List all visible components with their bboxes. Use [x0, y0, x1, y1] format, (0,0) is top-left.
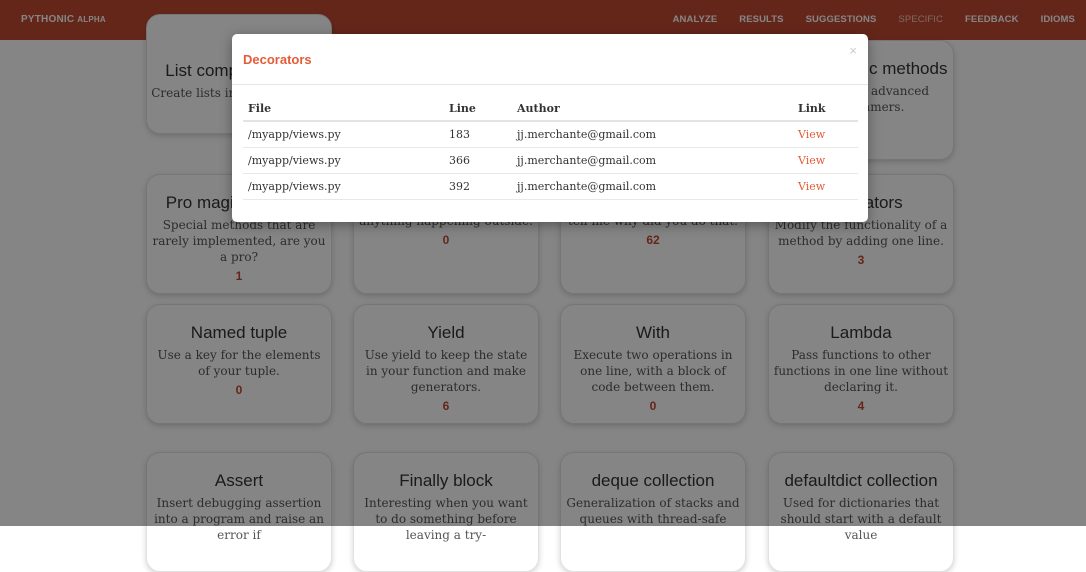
table-header-row: File Line Author Link — [243, 96, 858, 122]
modal-title: Decorators — [243, 52, 312, 67]
cell-file: /myapp/views.py — [243, 173, 444, 200]
column-header-line: Line — [444, 96, 512, 122]
table-row: /myapp/views.py 366 jj.merchante@gmail.c… — [243, 147, 858, 174]
cell-line: 366 — [444, 147, 512, 174]
cell-line: 183 — [444, 121, 512, 148]
cell-line: 392 — [444, 173, 512, 200]
column-header-author: Author — [512, 96, 793, 122]
table-row: /myapp/views.py 392 jj.merchante@gmail.c… — [243, 173, 858, 200]
view-link[interactable]: View — [798, 180, 825, 193]
table-row: /myapp/views.py 183 jj.merchante@gmail.c… — [243, 121, 858, 148]
cell-author: jj.merchante@gmail.com — [512, 121, 793, 148]
decorators-modal: Decorators × File Line Author Link /myap… — [232, 34, 868, 222]
column-header-link: Link — [793, 96, 858, 122]
cell-file: /myapp/views.py — [243, 147, 444, 174]
column-header-file: File — [243, 96, 444, 122]
cell-author: jj.merchante@gmail.com — [512, 147, 793, 174]
cell-file: /myapp/views.py — [243, 121, 444, 148]
close-icon[interactable]: × — [849, 43, 857, 58]
modal-header: Decorators × — [232, 34, 868, 85]
results-table: File Line Author Link /myapp/views.py 18… — [243, 96, 858, 200]
cell-author: jj.merchante@gmail.com — [512, 173, 793, 200]
view-link[interactable]: View — [798, 128, 825, 141]
view-link[interactable]: View — [798, 154, 825, 167]
